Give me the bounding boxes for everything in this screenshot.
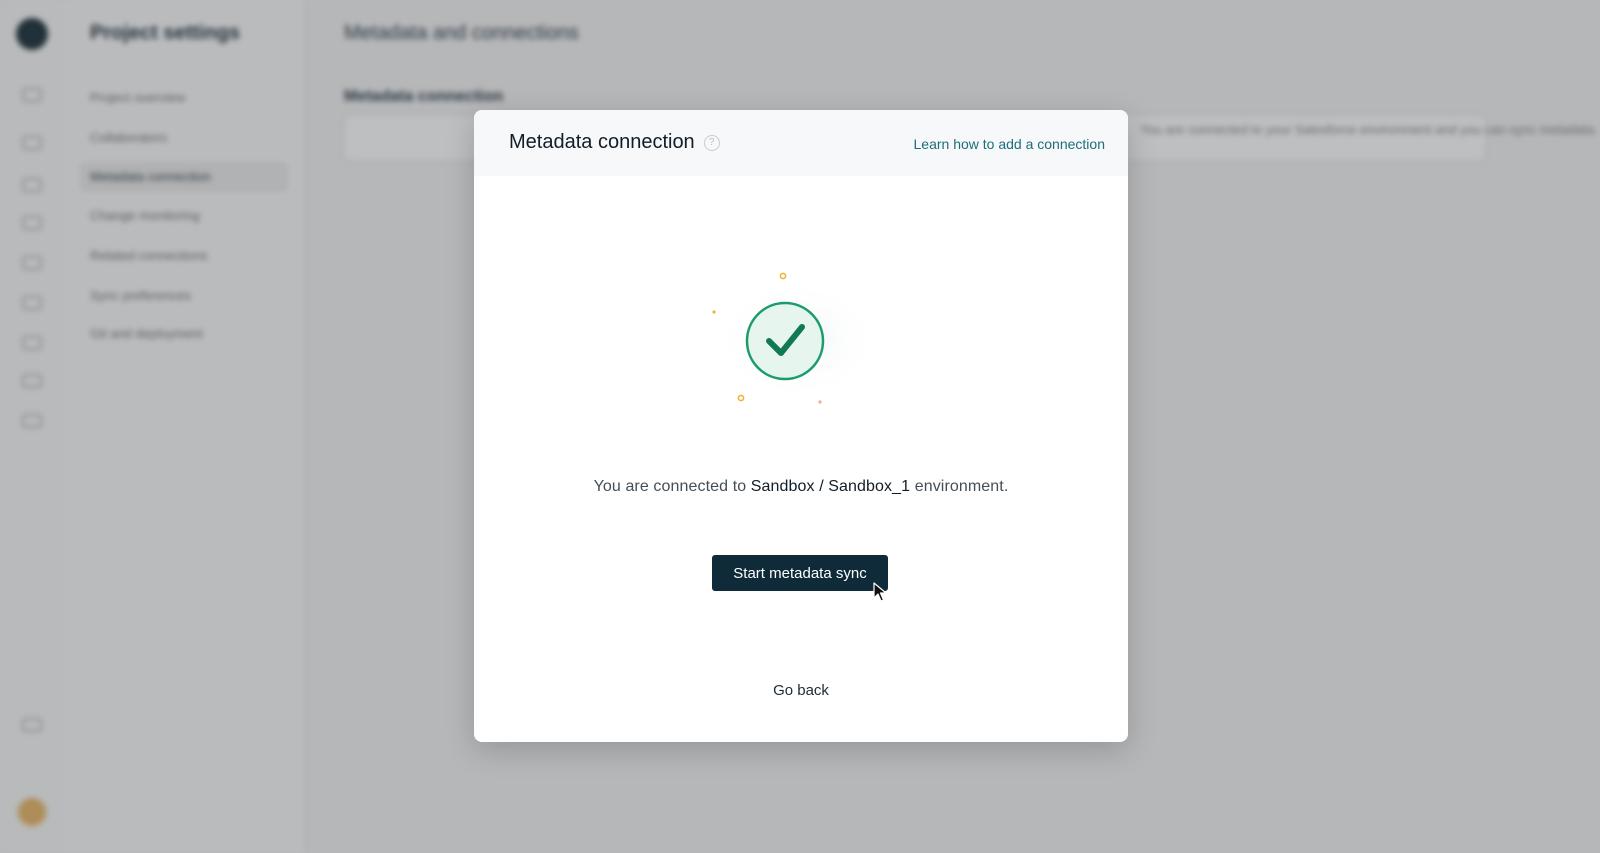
metadata-connection-modal: Metadata connection ? Learn how to add a… bbox=[474, 110, 1128, 742]
help-circle-icon[interactable]: ? bbox=[703, 134, 720, 151]
confetti-icon bbox=[712, 310, 716, 314]
modal-title: Metadata connection ? bbox=[509, 131, 720, 154]
learn-how-link[interactable]: Learn how to add a connection bbox=[914, 136, 1105, 152]
confetti-icon bbox=[737, 394, 745, 402]
mouse-cursor-icon bbox=[873, 582, 887, 602]
modal-header: Metadata connection ? Learn how to add a… bbox=[474, 110, 1128, 176]
start-metadata-sync-button[interactable]: Start metadata sync bbox=[712, 555, 888, 591]
message-suffix: environment. bbox=[914, 478, 1009, 495]
confetti-icon bbox=[818, 400, 822, 404]
success-check-icon bbox=[712, 272, 877, 404]
confetti-icon bbox=[779, 272, 787, 280]
message-prefix: You are connected to bbox=[593, 478, 747, 495]
go-back-link[interactable]: Go back bbox=[474, 682, 1128, 699]
connection-message: You are connected to Sandbox / Sandbox_1… bbox=[474, 478, 1128, 496]
modal-title-text: Metadata connection bbox=[509, 131, 695, 153]
environment-name: Sandbox / Sandbox_1 bbox=[750, 478, 911, 495]
